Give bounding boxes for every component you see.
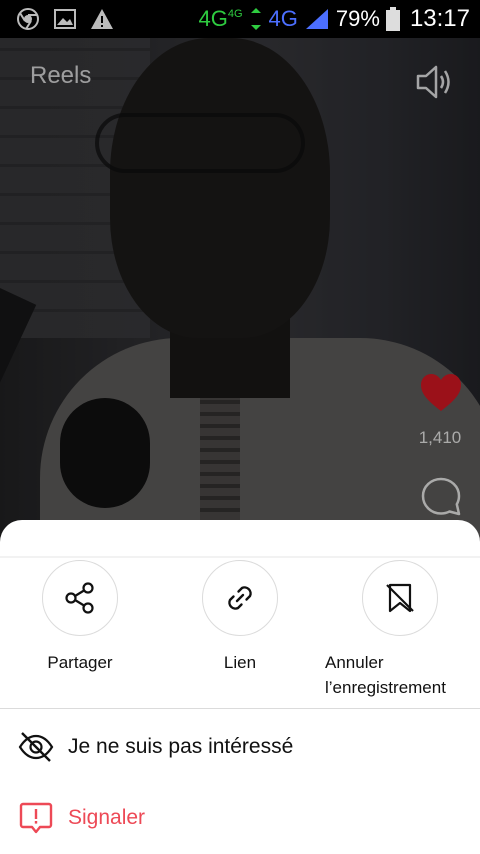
likes-count[interactable]: 1,410: [410, 428, 470, 448]
link-action[interactable]: Lien: [160, 560, 320, 675]
comment-icon[interactable]: [420, 476, 462, 518]
chrome-icon: [17, 8, 39, 30]
heart-icon[interactable]: [420, 373, 462, 413]
unsave-action[interactable]: Annuler l’enregistrement: [320, 560, 480, 700]
report-label: Signaler: [68, 806, 146, 829]
sheet-separator: [0, 556, 480, 558]
network-type-2: 4G: [268, 6, 298, 31]
unsave-button[interactable]: [362, 560, 438, 636]
eye-off-icon: [18, 732, 54, 762]
status-bar: 4G 4G 4G 79% 13:17: [0, 0, 480, 38]
unsave-label: Annuler l’enregistrement: [325, 653, 446, 697]
link-icon: [228, 586, 252, 610]
signal-bars-icon: [305, 9, 328, 29]
warning-icon: [91, 9, 113, 29]
reels-title: Reels: [30, 62, 92, 89]
network-type-1: 4G: [198, 6, 228, 31]
reel-video[interactable]: Reels 1,410: [0, 38, 480, 558]
share-button[interactable]: [42, 560, 118, 636]
options-sheet: Partager Lien Annuler l’enregistrement J…: [0, 520, 480, 854]
report-icon: [19, 802, 53, 834]
sheet-divider: [0, 708, 480, 709]
volume-icon[interactable]: [414, 62, 454, 102]
report-option[interactable]: Signaler: [0, 786, 480, 850]
image-icon: [54, 9, 76, 29]
not-interested-option[interactable]: Je ne suis pas intéressé: [0, 715, 480, 779]
share-icon: [65, 582, 94, 614]
video-dim-overlay: [0, 38, 480, 558]
signal-icon: [250, 8, 261, 30]
battery-icon: [385, 7, 400, 31]
share-label: Partager: [47, 653, 113, 672]
sheet-actions: Partager Lien Annuler l’enregistrement: [0, 560, 480, 710]
battery-percentage: 79%: [335, 6, 380, 31]
not-interested-label: Je ne suis pas intéressé: [68, 735, 294, 758]
unsave-icon: [386, 583, 414, 613]
network-type-small: 4G: [227, 8, 243, 20]
link-button[interactable]: [202, 560, 278, 636]
link-label: Lien: [223, 653, 257, 672]
share-action[interactable]: Partager: [0, 560, 160, 675]
clock: 13:17: [409, 5, 470, 32]
sheet-header[interactable]: [0, 520, 480, 558]
